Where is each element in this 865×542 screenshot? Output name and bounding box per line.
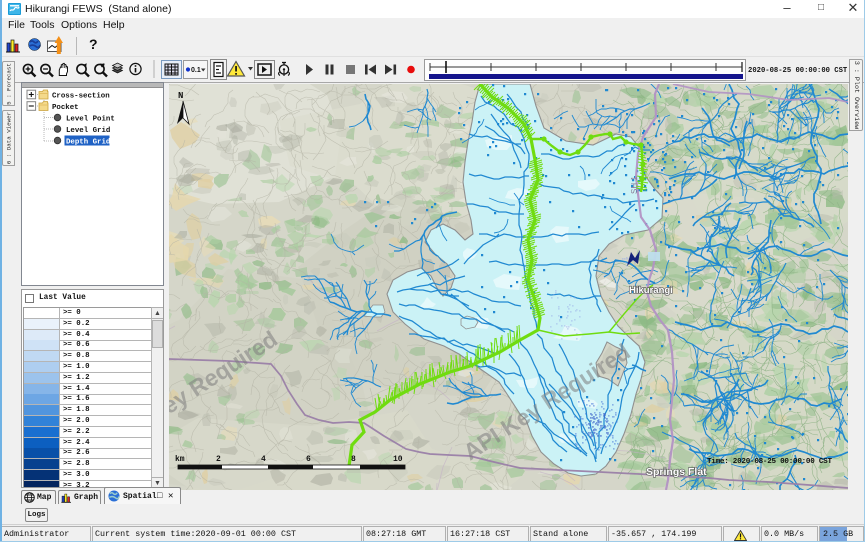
- svg-text:10: 10: [393, 455, 403, 464]
- svg-text:4: 4: [261, 455, 266, 464]
- svg-text:6: 6: [306, 455, 311, 464]
- svg-text:Cross-section: Cross-section: [52, 93, 110, 101]
- svg-text:Springs Flat: Springs Flat: [646, 466, 707, 478]
- svg-text:0.1: 0.1: [191, 67, 201, 74]
- svg-text:Pocket: Pocket: [52, 104, 79, 112]
- svg-text:8: 8: [351, 455, 356, 464]
- svg-text:Level Point: Level Point: [66, 116, 115, 124]
- svg-text:Depth Grid: Depth Grid: [66, 139, 110, 147]
- svg-text:N: N: [178, 91, 183, 101]
- svg-text:km: km: [175, 455, 185, 464]
- svg-text:Level Grid: Level Grid: [66, 127, 110, 135]
- svg-text:Hikurangi: Hikurangi: [629, 285, 673, 296]
- svg-text:Time: 2020-08-25 00:00:00 CST: Time: 2020-08-25 00:00:00 CST: [707, 458, 832, 466]
- svg-text:2: 2: [216, 455, 221, 464]
- svg-text:SH 1: SH 1: [630, 176, 639, 194]
